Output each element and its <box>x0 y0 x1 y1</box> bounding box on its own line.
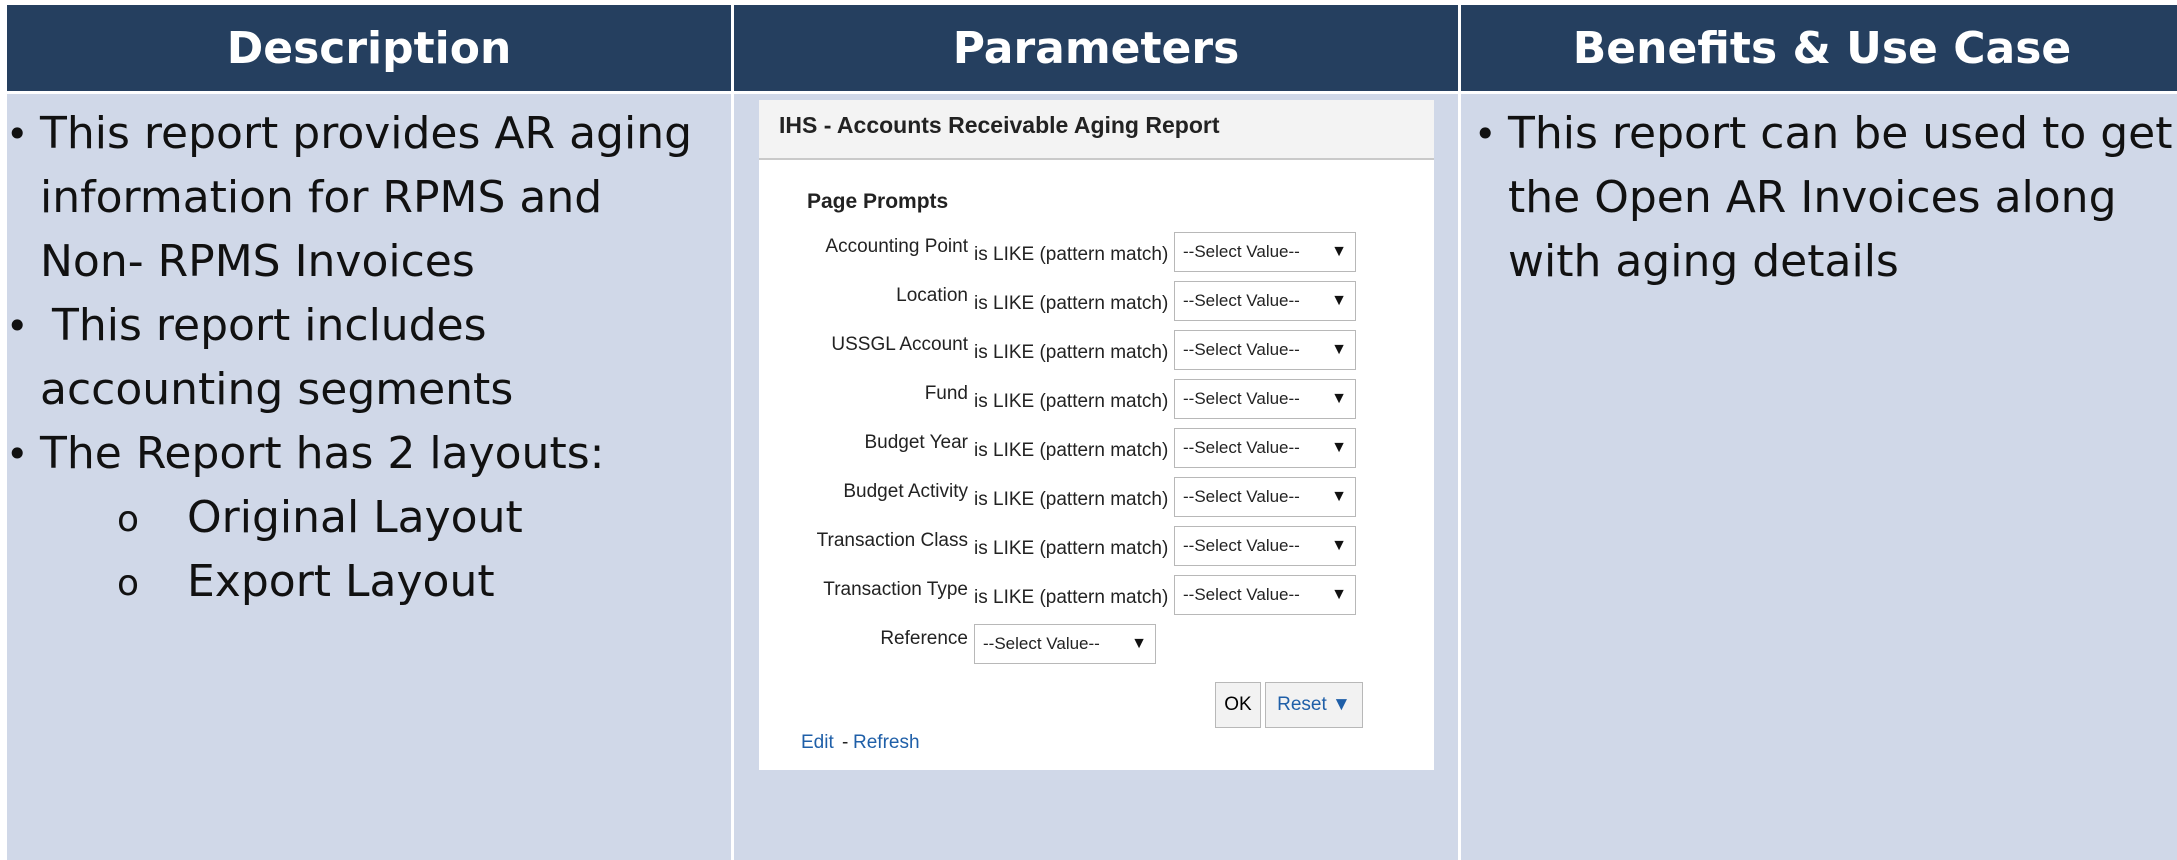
chevron-down-icon: ▼ <box>1131 635 1147 652</box>
bullet-icon: • <box>1474 112 1497 156</box>
prompt-operator: is LIKE (pattern match) <box>974 342 1169 363</box>
prompt-select[interactable]: --Select Value-- ▼ <box>1174 281 1356 321</box>
link-separator: - <box>842 732 849 753</box>
prompt-label: Budget Year <box>864 432 968 453</box>
prompt-row: Budget Activity is LIKE (pattern match) --… <box>759 475 1434 519</box>
prompt-row: USSGL Account is LIKE (pattern match) --Se… <box>759 328 1434 372</box>
prompt-label: Transaction Type <box>823 579 968 600</box>
bullet-line: the Open AR Invoices along <box>1508 172 2117 223</box>
prompt-row: Budget Year is LIKE (pattern match) --Sele… <box>759 426 1434 470</box>
bullet-line: Non- RPMS Invoices <box>40 236 475 287</box>
report-title-bar: IHS - Accounts Receivable Aging Report <box>759 100 1434 160</box>
bullet-line: This report includes <box>52 300 487 351</box>
prompt-label: Transaction Class <box>816 530 968 551</box>
bullet-line: This report provides AR aging <box>40 108 693 159</box>
refresh-link[interactable]: Refresh <box>853 732 920 754</box>
prompt-row: Location is LIKE (pattern match) --Select … <box>759 279 1434 323</box>
prompt-label: Fund <box>924 383 968 404</box>
chevron-down-icon: ▼ <box>1331 439 1347 456</box>
select-value: --Select Value-- <box>1183 585 1300 604</box>
description-bullet-2: • This report includes accounting segmen… <box>7 294 514 422</box>
prompt-operator: is LIKE (pattern match) <box>974 489 1169 510</box>
reference-select[interactable]: --Select Value-- ▼ <box>974 624 1156 664</box>
prompt-operator: is LIKE (pattern match) <box>974 293 1169 314</box>
prompt-select[interactable]: --Select Value-- ▼ <box>1174 330 1356 370</box>
bullet-line: information for RPMS and <box>40 172 603 223</box>
select-value: --Select Value-- <box>1183 340 1300 359</box>
prompt-select[interactable]: --Select Value-- ▼ <box>1174 379 1356 419</box>
prompt-operator: is LIKE (pattern match) <box>974 440 1169 461</box>
select-value: --Select Value-- <box>1183 536 1300 555</box>
prompt-select[interactable]: --Select Value-- ▼ <box>1174 526 1356 566</box>
prompt-label: USSGL Account <box>831 334 968 355</box>
description-sub-item-2: o Export Layout <box>117 550 495 614</box>
description-bullet-1: • This report provides AR aging informat… <box>7 102 693 294</box>
bullet-line: The Report has 2 layouts: <box>40 428 605 479</box>
prompt-select[interactable]: --Select Value-- ▼ <box>1174 477 1356 517</box>
chevron-down-icon: ▼ <box>1331 586 1347 603</box>
chevron-down-icon: ▼ <box>1331 341 1347 358</box>
description-cell: • This report provides AR aging informat… <box>7 94 731 860</box>
edit-link[interactable]: Edit <box>801 732 834 754</box>
parameters-cell: IHS - Accounts Receivable Aging Report P… <box>734 94 1458 860</box>
benefits-bullet: • This report can be used to get the Ope… <box>1474 102 2173 294</box>
circle-bullet-icon: o <box>117 499 140 540</box>
header-benefits: Benefits & Use Case <box>1461 5 2177 91</box>
bullet-line: with aging details <box>1508 236 1899 287</box>
report-title: IHS - Accounts Receivable Aging Report <box>779 112 1220 138</box>
benefits-cell: • This report can be used to get the Ope… <box>1461 94 2177 860</box>
report-prompt-panel: IHS - Accounts Receivable Aging Report P… <box>759 100 1434 770</box>
prompt-select[interactable]: --Select Value-- ▼ <box>1174 575 1356 615</box>
header-parameters: Parameters <box>734 5 1458 91</box>
prompt-label: Accounting Point <box>825 236 968 257</box>
chevron-down-icon: ▼ <box>1331 537 1347 554</box>
chevron-down-icon: ▼ <box>1331 292 1347 309</box>
chevron-down-icon: ▼ <box>1331 488 1347 505</box>
prompt-row: Transaction Class is LIKE (pattern match)… <box>759 524 1434 568</box>
prompt-select[interactable]: --Select Value-- ▼ <box>1174 428 1356 468</box>
chevron-down-icon: ▼ <box>1331 243 1347 260</box>
summary-table: Description Parameters Benefits & Use Ca… <box>7 5 2177 860</box>
page-prompts-heading: Page Prompts <box>807 190 949 213</box>
prompt-row: Fund is LIKE (pattern match) --Select Valu… <box>759 377 1434 421</box>
ok-button[interactable]: OK <box>1215 682 1261 728</box>
prompt-label: Location <box>896 285 968 306</box>
prompt-row: Transaction Type is LIKE (pattern match) -… <box>759 573 1434 617</box>
prompt-label: Budget Activity <box>843 481 968 502</box>
prompt-operator: is LIKE (pattern match) <box>974 244 1169 265</box>
select-value: --Select Value-- <box>983 634 1100 653</box>
select-value: --Select Value-- <box>1183 487 1300 506</box>
sub-item-label: Original Layout <box>187 492 523 543</box>
prompt-label: Reference <box>880 628 968 649</box>
sub-item-label: Export Layout <box>187 556 495 607</box>
prompt-operator: is LIKE (pattern match) <box>974 587 1169 608</box>
bullet-icon: • <box>7 432 29 476</box>
prompt-operator: is LIKE (pattern match) <box>974 538 1169 559</box>
header-description: Description <box>7 5 731 91</box>
prompt-row-reference: Reference --Select Value-- ▼ <box>759 622 1434 666</box>
select-value: --Select Value-- <box>1183 438 1300 457</box>
circle-bullet-icon: o <box>117 563 140 604</box>
description-bullet-3: • The Report has 2 layouts: <box>7 422 605 486</box>
bullet-line: This report can be used to get <box>1508 108 2173 159</box>
reset-button[interactable]: Reset ▼ <box>1265 682 1363 728</box>
description-sub-item-1: o Original Layout <box>117 486 523 550</box>
chevron-down-icon: ▼ <box>1331 390 1347 407</box>
bullet-icon: • <box>7 304 29 348</box>
prompt-row: Accounting Point is LIKE (pattern match) -… <box>759 230 1434 274</box>
select-value: --Select Value-- <box>1183 242 1300 261</box>
prompt-operator: is LIKE (pattern match) <box>974 391 1169 412</box>
select-value: --Select Value-- <box>1183 389 1300 408</box>
select-value: --Select Value-- <box>1183 291 1300 310</box>
prompt-select[interactable]: --Select Value-- ▼ <box>1174 232 1356 272</box>
bullet-line: accounting segments <box>40 364 514 415</box>
bullet-icon: • <box>7 112 29 156</box>
